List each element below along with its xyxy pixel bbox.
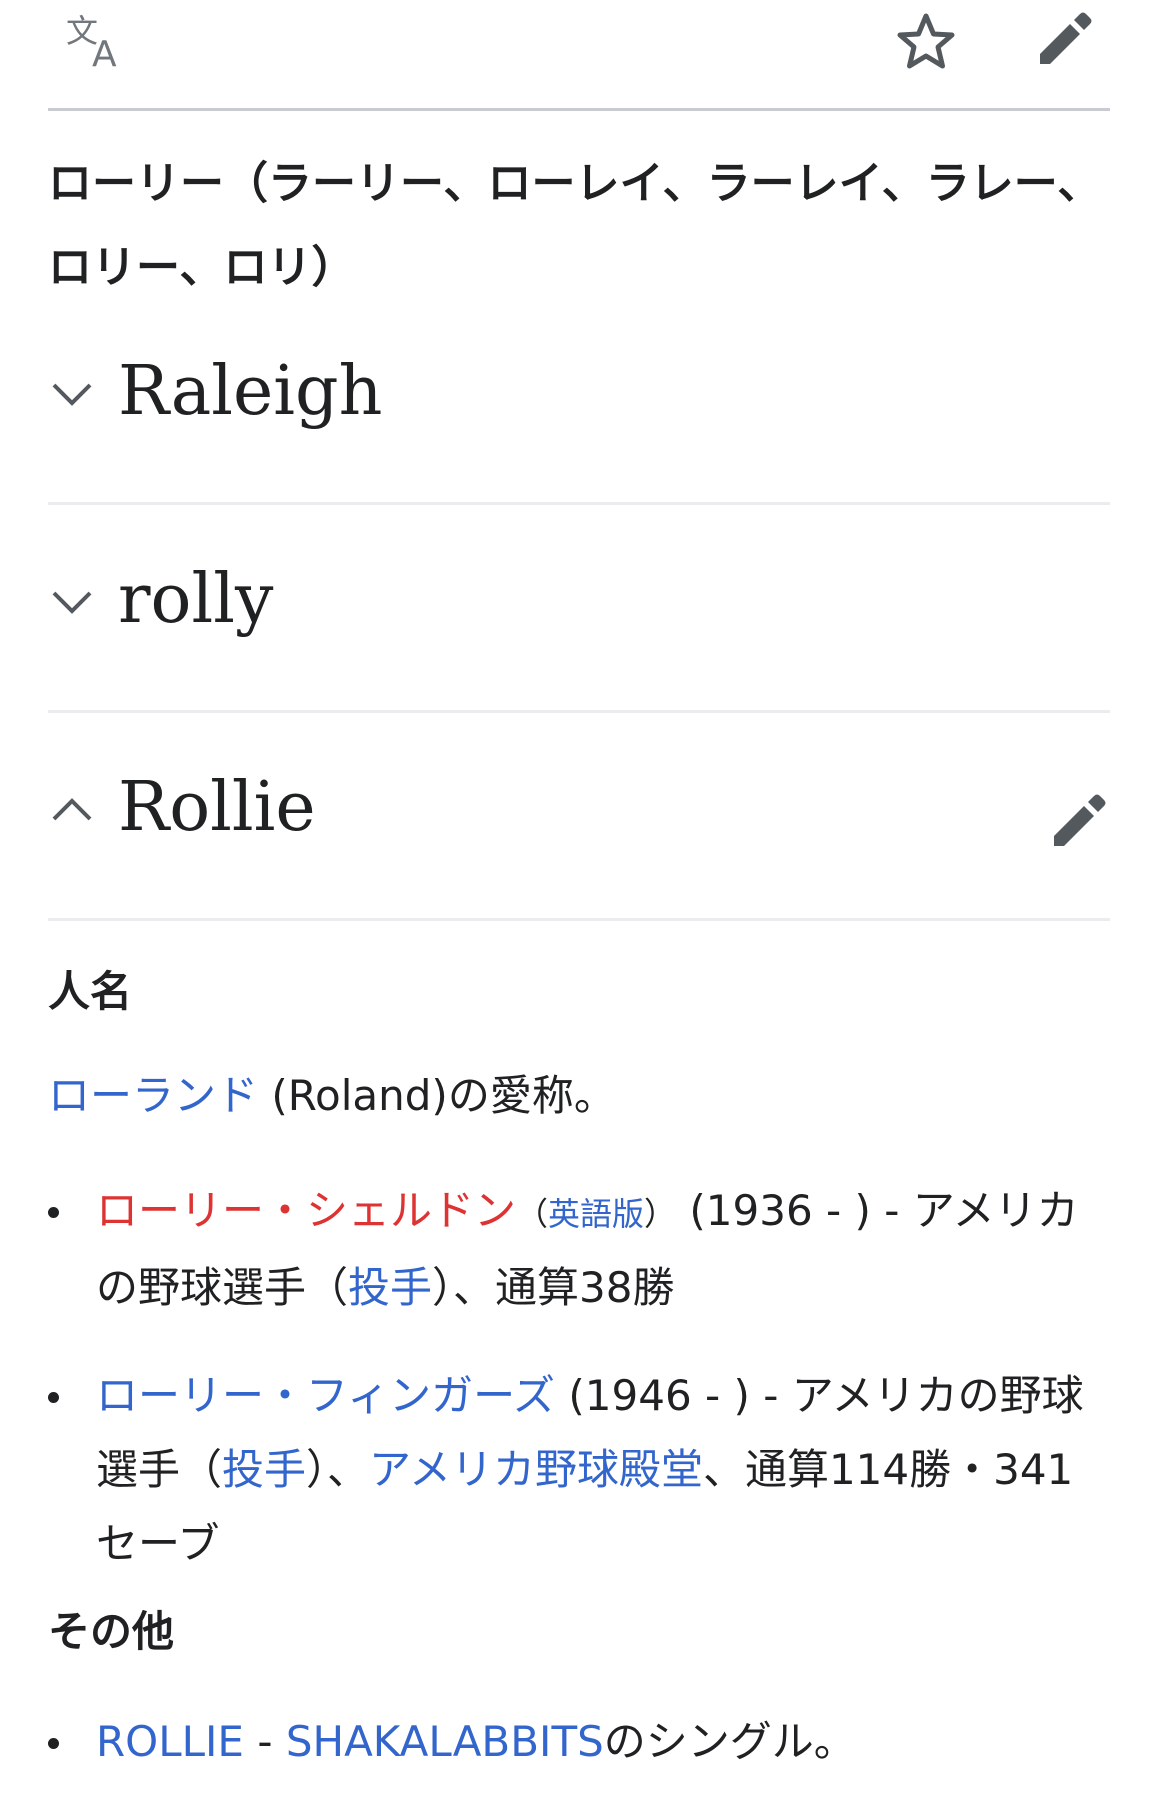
link-rollie-single[interactable]: ROLLIE <box>96 1717 244 1766</box>
link-pitcher[interactable]: 投手 <box>222 1445 306 1494</box>
pencil-icon[interactable] <box>1032 8 1096 72</box>
item-text: のシングル。 <box>603 1717 856 1766</box>
section-rollie[interactable]: Rollie <box>48 712 1110 921</box>
section-rolly[interactable]: rolly <box>48 504 1110 713</box>
link-english-version[interactable]: 英語版 <box>548 1195 644 1233</box>
pencil-icon[interactable] <box>1046 790 1110 854</box>
list-item: ROLLIE - SHAKALABBITSのシングル。 <box>48 1705 1110 1779</box>
translate-icon[interactable]: 文 A <box>64 8 128 72</box>
section-title[interactable]: rolly <box>118 558 273 642</box>
list-item: ローリー・フィンガーズ (1946 - ) - アメリカの野球選手（投手）、アメ… <box>48 1359 1110 1581</box>
chevron-up-icon[interactable] <box>48 785 96 833</box>
item-text: ）、通算38勝 <box>432 1263 675 1312</box>
page: 文 A ローリー（ラーリー、ローレイ、ラーレイ、ラレー、ロリー、ロリ） Rale… <box>0 0 1170 1812</box>
intro-paragraph: ローランド (Roland)の愛称。 <box>48 1068 1110 1124</box>
separator: - <box>243 1717 286 1766</box>
lang-close: ） <box>644 1195 677 1233</box>
lang-open: （ <box>516 1195 549 1233</box>
section-title[interactable]: Raleigh <box>118 350 382 434</box>
link-shakalabbits[interactable]: SHAKALABBITS <box>286 1717 604 1766</box>
person-list: ローリー・シェルドン（英語版） (1936 - ) - アメリカの野球選手（投手… <box>48 1174 1110 1615</box>
chevron-down-icon[interactable] <box>48 577 96 625</box>
link-baseball-hall-of-fame[interactable]: アメリカ野球殿堂 <box>369 1445 703 1494</box>
list-item: ローリー・シェルドン（英語版） (1936 - ) - アメリカの野球選手（投手… <box>48 1174 1110 1325</box>
item-text: ）、 <box>306 1445 370 1494</box>
subheading-other: その他 <box>48 1607 175 1656</box>
intro-text: (Roland)の愛称。 <box>258 1071 616 1120</box>
section-title[interactable]: Rollie <box>118 766 316 850</box>
link-rollie-fingers[interactable]: ローリー・フィンガーズ <box>96 1371 555 1420</box>
svg-text:A: A <box>92 34 117 72</box>
page-actions-bar: 文 A <box>48 0 1110 111</box>
section-raleigh[interactable]: Raleigh <box>48 296 1110 505</box>
other-list: ROLLIE - SHAKALABBITSのシングル。 <box>48 1705 1110 1813</box>
link-roland[interactable]: ローランド <box>48 1071 258 1120</box>
redlink-rollie-sheldon[interactable]: ローリー・シェルドン <box>96 1186 516 1235</box>
lead-text: ローリー（ラーリー、ローレイ、ラーレイ、ラレー、ロリー、ロリ） <box>48 158 1102 293</box>
chevron-down-icon[interactable] <box>48 369 96 417</box>
link-pitcher[interactable]: 投手 <box>348 1263 432 1312</box>
subheading-person-name: 人名 <box>48 967 133 1016</box>
star-icon[interactable] <box>894 10 958 74</box>
